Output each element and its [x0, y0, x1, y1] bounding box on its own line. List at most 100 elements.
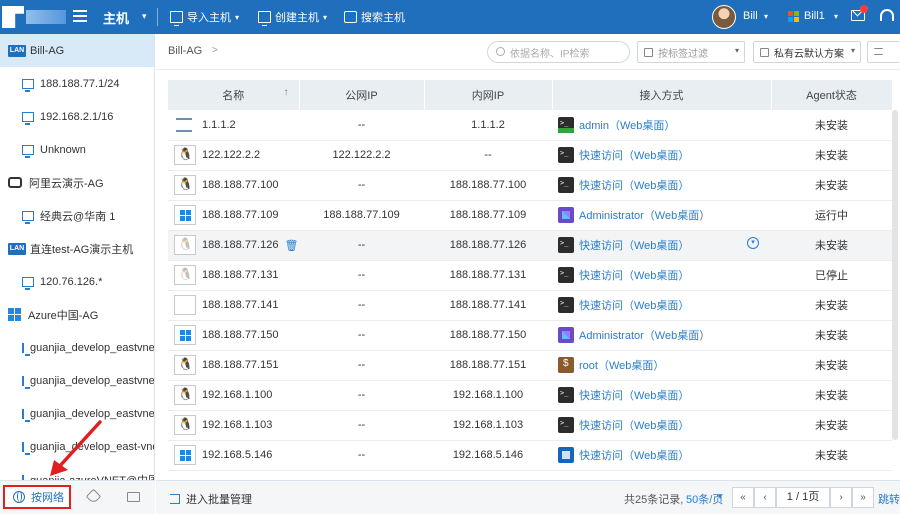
host-name-cell[interactable]: 188.188.77.141: [168, 290, 299, 321]
host-name-cell[interactable]: 122.122.2.2: [168, 140, 299, 171]
column-header-agent-status[interactable]: Agent状态: [771, 80, 892, 110]
app-logo[interactable]: [0, 0, 66, 34]
headset-icon[interactable]: [880, 9, 894, 21]
search-input[interactable]: 依据名称、IP检索: [487, 41, 630, 63]
host-name-cell[interactable]: 192.168.1.100: [168, 380, 299, 411]
main-content: Bill-AG > 依据名称、IP检索 按标签过滤 ▾ 私有云默认方案 ▾ 名称…: [156, 34, 900, 480]
access-link[interactable]: 快速访问（Web桌面）: [552, 170, 771, 201]
module-title[interactable]: 主机: [103, 8, 129, 27]
sidebar-item-bill-ag[interactable]: LAN Bill-AG: [0, 34, 154, 67]
toolbar: Bill-AG > 依据名称、IP检索 按标签过滤 ▾ 私有云默认方案 ▾: [156, 34, 900, 70]
sidebar-item-azure-ag[interactable]: Azure中国-AG: [0, 298, 154, 331]
sidebar-item-vnet[interactable]: guanjia-azureVNET@中国: [0, 463, 154, 480]
user-name[interactable]: Bill: [743, 10, 758, 22]
table-row[interactable]: 192.168.1.103 -- 192.168.1.103 快速访问（Web桌…: [168, 410, 892, 441]
host-name-cell[interactable]: 188.188.77.150: [168, 320, 299, 351]
remote-desktop-icon: [558, 327, 574, 343]
table-row[interactable]: 188.188.77.131 -- 188.188.77.131 快速访问（We…: [168, 260, 892, 291]
batch-manage-button[interactable]: 进入批量管理: [170, 491, 252, 507]
column-header-public-ip[interactable]: 公网IP: [299, 80, 425, 110]
public-ip-cell: --: [299, 410, 424, 441]
sidebar-item-subnet[interactable]: 188.188.77.1/24: [0, 67, 154, 100]
trash-icon[interactable]: 🗑: [284, 239, 298, 252]
first-page-button[interactable]: «: [732, 487, 754, 508]
sidebar-item-aliyun-ag[interactable]: 阿里云演示-AG: [0, 166, 154, 199]
tenant-chevron-down-icon[interactable]: ▾: [834, 12, 838, 21]
sidebar-item-vnet[interactable]: guanjia_develop_eastvnet: [0, 397, 154, 430]
last-page-button[interactable]: »: [852, 487, 874, 508]
sidebar-item-unknown[interactable]: Unknown: [0, 133, 154, 166]
breadcrumb[interactable]: Bill-AG: [168, 45, 202, 57]
column-header-access[interactable]: 接入方式: [552, 80, 772, 110]
divider: [157, 8, 158, 26]
scheme-select[interactable]: 私有云默认方案 ▾: [753, 41, 861, 63]
folder-icon[interactable]: [127, 492, 140, 502]
logo-mark-icon: [2, 6, 24, 28]
table-row[interactable]: 122.122.2.2 122.122.2.2 -- 快速访问（Web桌面） 未…: [168, 140, 892, 171]
host-name-cell[interactable]: 188.188.77.151: [168, 350, 299, 381]
sidebar-item-vnet[interactable]: guanjia_develop_eastvnet: [0, 331, 154, 364]
tenant-name[interactable]: Bill1: [804, 10, 825, 22]
sidebar-item-subnet[interactable]: 192.168.2.1/16: [0, 100, 154, 133]
table-row[interactable]: 192.168.5.146 -- 192.168.5.146 快速访问（Web桌…: [168, 440, 892, 471]
private-ip-cell: 188.188.77.151: [424, 350, 552, 381]
agent-status-cell: 未安装: [771, 140, 892, 171]
access-link[interactable]: root（Web桌面）: [552, 350, 771, 381]
access-link[interactable]: Administrator（Web桌面）: [552, 320, 771, 351]
access-link[interactable]: 快速访问（Web桌面）: [552, 260, 771, 291]
next-page-button[interactable]: ›: [830, 487, 852, 508]
create-host-button[interactable]: 创建主机 ▾: [258, 9, 327, 26]
table-row[interactable]: 192.168.1.100 -- 192.168.1.100 快速访问（Web桌…: [168, 380, 892, 411]
sidebar-item-subnet[interactable]: 120.76.126.*: [0, 265, 154, 298]
host-name-cell[interactable]: 192.168.5.146: [168, 440, 299, 471]
sort-options-button[interactable]: [867, 41, 900, 63]
access-link[interactable]: 快速访问（Web桌面）: [552, 290, 771, 321]
access-link[interactable]: 快速访问（Web桌面）: [552, 440, 771, 471]
sidebar-item-direct-ag[interactable]: LAN 直连test-AG演示主机: [0, 232, 154, 265]
page-size-chevron-down-icon[interactable]: ▾: [718, 492, 722, 501]
jump-link[interactable]: 跳转: [878, 491, 900, 507]
access-dropdown-chevron-icon[interactable]: ▾: [747, 237, 759, 249]
table-row[interactable]: 188.188.77.141 -- 188.188.77.141 快速访问（We…: [168, 290, 892, 321]
tag-filter-select[interactable]: 按标签过滤 ▾: [637, 41, 745, 63]
host-name-cell[interactable]: 1.1.1.2: [168, 110, 299, 141]
tab-by-network[interactable]: 按网络: [3, 485, 71, 509]
linux-icon: [174, 235, 196, 255]
column-header-private-ip[interactable]: 内网IP: [424, 80, 553, 110]
user-chevron-down-icon[interactable]: ▾: [764, 12, 768, 21]
table-row[interactable]: 188.188.77.109 188.188.77.109 188.188.77…: [168, 200, 892, 231]
access-link[interactable]: admin（Web桌面）: [552, 110, 771, 141]
column-header-name[interactable]: 名称: [168, 80, 300, 110]
batch-manage-label: 进入批量管理: [186, 494, 252, 506]
table-row[interactable]: 1.1.1.2 -- 1.1.1.2 admin（Web桌面） 未安装: [168, 110, 892, 141]
table-row[interactable]: 188.188.77.126 🗑 -- 188.188.77.126 快速访问（W…: [168, 230, 892, 261]
tag-icon[interactable]: [85, 488, 102, 505]
import-host-button[interactable]: 导入主机 ▾: [170, 9, 239, 26]
sidebar-item-vnet[interactable]: guanjia_develop_east-vnet: [0, 430, 154, 463]
access-link[interactable]: 快速访问（Web桌面）: [552, 380, 771, 411]
sidebar-item-region[interactable]: 经典云@华南 1: [0, 199, 154, 232]
access-link[interactable]: 快速访问（Web桌面） ▾: [552, 230, 771, 261]
access-link[interactable]: Administrator（Web桌面）: [552, 200, 771, 231]
host-name-cell[interactable]: 188.188.77.131: [168, 260, 299, 291]
host-name-cell[interactable]: 188.188.77.109: [168, 200, 299, 231]
sidebar-item-vnet[interactable]: guanjia_develop_eastvnet: [0, 364, 154, 397]
sidebar: LAN Bill-AG 188.188.77.1/24 192.168.2.1/…: [0, 34, 155, 480]
access-link[interactable]: 快速访问（Web桌面）: [552, 140, 771, 171]
search-host-button[interactable]: 搜索主机: [344, 9, 405, 25]
menu-icon[interactable]: [73, 10, 87, 22]
logo-text-blurred: [26, 10, 66, 24]
avatar[interactable]: [712, 5, 736, 29]
table-scrollbar[interactable]: [892, 110, 898, 440]
module-chevron-down-icon[interactable]: ▾: [142, 11, 147, 22]
table-row[interactable]: 188.188.77.151 -- 188.188.77.151 root（We…: [168, 350, 892, 381]
table-row[interactable]: 188.188.77.150 -- 188.188.77.150 Adminis…: [168, 320, 892, 351]
access-link[interactable]: 快速访问（Web桌面）: [552, 410, 771, 441]
host-name-cell[interactable]: 192.168.1.103: [168, 410, 299, 441]
table-row[interactable]: 188.188.77.100 -- 188.188.77.100 快速访问（We…: [168, 170, 892, 201]
monitor-icon: [258, 11, 271, 26]
prev-page-button[interactable]: ‹: [754, 487, 776, 508]
host-name-cell[interactable]: 188.188.77.100: [168, 170, 299, 201]
linux-icon: [174, 385, 196, 405]
host-name-cell[interactable]: 188.188.77.126 🗑: [168, 230, 299, 261]
